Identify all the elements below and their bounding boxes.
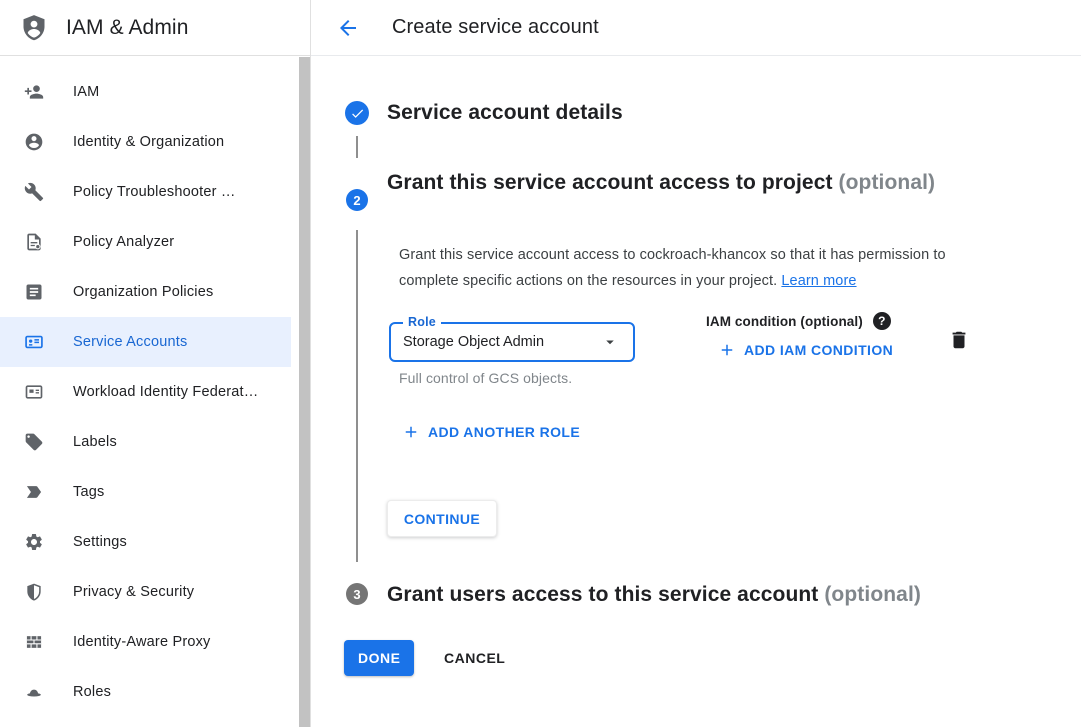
proxy-icon (24, 632, 44, 652)
step2-number-badge: 2 (346, 189, 368, 211)
back-arrow-icon (336, 16, 360, 40)
person-add-icon (24, 82, 44, 102)
sidebar-item-policy-troubleshooter[interactable]: Policy Troubleshooter … (0, 167, 291, 217)
wrench-icon (24, 182, 44, 202)
sidebar-item-label: Policy Analyzer (73, 234, 174, 250)
iam-condition-label: IAM condition (optional) ? (706, 312, 891, 330)
role-select[interactable]: Role Storage Object Admin (389, 322, 635, 362)
step2-optional-suffix: (optional) (839, 171, 936, 194)
cancel-button[interactable]: CANCEL (428, 640, 521, 676)
add-iam-condition-button[interactable]: ADD IAM CONDITION (718, 341, 893, 359)
learn-more-link[interactable]: Learn more (781, 273, 856, 289)
sidebar-item-identity-organization[interactable]: Identity & Organization (0, 117, 291, 167)
sidebar-item-privacy-security[interactable]: Privacy & Security (0, 567, 291, 617)
tag-arrow-icon (24, 482, 44, 502)
page-title: Create service account (392, 16, 599, 39)
continue-button[interactable]: CONTINUE (387, 500, 497, 537)
sidebar-item-settings[interactable]: Settings (0, 517, 291, 567)
step2-title: Grant this service account access to pro… (387, 167, 947, 198)
sidebar-item-policy-analyzer[interactable]: Policy Analyzer (0, 217, 291, 267)
sidebar-item-organization-policies[interactable]: Organization Policies (0, 267, 291, 317)
sidebar-item-label: Roles (73, 684, 111, 700)
sidebar-item-workload-identity-federation[interactable]: Workload Identity Federat… (0, 367, 291, 417)
sidebar-item-labels[interactable]: Labels (0, 417, 291, 467)
sidebar: IAM & Admin IAM Identity & Organization (0, 0, 311, 727)
sidebar-item-label: Settings (73, 534, 127, 550)
step3-title: Grant users access to this service accou… (387, 581, 921, 609)
sidebar-item-label: Organization Policies (73, 284, 213, 300)
sidebar-item-label: Labels (73, 434, 117, 450)
step1-title: Service account details (387, 99, 623, 127)
sidebar-item-service-accounts[interactable]: Service Accounts (0, 317, 291, 367)
sidebar-item-label: Privacy & Security (73, 584, 194, 600)
sidebar-header: IAM & Admin (0, 0, 310, 56)
iam-admin-logo-icon (20, 14, 48, 42)
hat-icon (24, 682, 44, 702)
sidebar-item-label: Service Accounts (73, 334, 187, 350)
role-helper-text: Full control of GCS objects. (399, 370, 572, 386)
done-button[interactable]: DONE (344, 640, 414, 676)
page-header: Create service account (311, 0, 1081, 56)
sidebar-item-label: Workload Identity Federat… (73, 384, 258, 400)
back-button[interactable] (336, 16, 360, 40)
check-icon (350, 106, 365, 121)
account-circle-icon (24, 132, 44, 152)
sidebar-scrollbar[interactable] (299, 57, 310, 727)
sidebar-item-label: Policy Troubleshooter … (73, 184, 236, 200)
sidebar-item-label: Tags (73, 484, 104, 500)
label-icon (24, 432, 44, 452)
sidebar-item-iam[interactable]: IAM (0, 67, 291, 117)
step3-number-badge: 3 (346, 583, 368, 605)
sidebar-nav: IAM Identity & Organization Policy Troub… (0, 56, 291, 717)
sidebar-item-roles[interactable]: Roles (0, 667, 291, 717)
role-field-label: Role (403, 315, 441, 329)
step-connector (356, 230, 358, 562)
sidebar-item-tags[interactable]: Tags (0, 467, 291, 517)
plus-icon (718, 341, 736, 359)
step-connector (356, 136, 358, 158)
policy-analyzer-icon (24, 232, 44, 252)
gear-icon (24, 532, 44, 552)
step3-optional-suffix: (optional) (824, 583, 921, 606)
add-another-role-button[interactable]: ADD ANOTHER ROLE (402, 423, 580, 441)
product-title: IAM & Admin (66, 16, 188, 40)
document-icon (24, 282, 44, 302)
delete-role-button[interactable] (948, 329, 970, 351)
sidebar-item-identity-aware-proxy[interactable]: Identity-Aware Proxy (0, 617, 291, 667)
card-icon (24, 382, 44, 402)
shield-icon (24, 582, 44, 602)
chevron-down-icon (601, 333, 619, 351)
help-icon[interactable]: ? (873, 312, 891, 330)
main-panel: Create service account Service account d… (311, 0, 1081, 727)
trash-icon (948, 329, 970, 351)
step1-complete-icon (345, 101, 369, 125)
role-selected-value: Storage Object Admin (403, 334, 544, 350)
plus-icon (402, 423, 420, 441)
sidebar-item-label: Identity & Organization (73, 134, 224, 150)
sidebar-item-label: IAM (73, 84, 99, 100)
sidebar-item-label: Identity-Aware Proxy (73, 634, 211, 650)
app-window: IAM & Admin IAM Identity & Organization (0, 0, 1081, 727)
step2-description: Grant this service account access to coc… (399, 243, 991, 294)
service-account-icon (24, 332, 44, 352)
